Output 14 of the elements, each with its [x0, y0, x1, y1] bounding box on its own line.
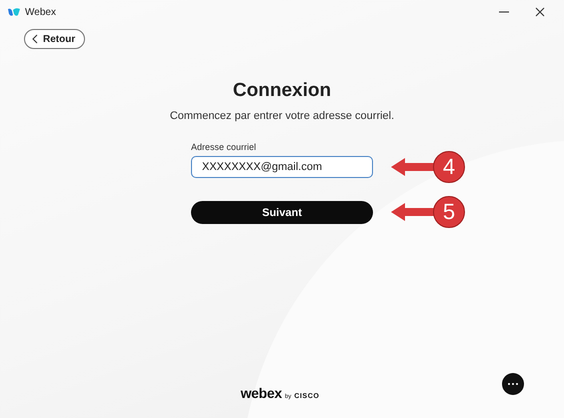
- close-icon: [535, 7, 545, 17]
- subtitle: Commencez par entrer votre adresse courriel.: [170, 110, 394, 122]
- app-logo-icon: [8, 8, 20, 16]
- page-heading: Connexion: [232, 80, 332, 102]
- window-title: Webex: [25, 6, 56, 18]
- arrow-icon: [391, 202, 435, 222]
- back-button[interactable]: Retour: [24, 29, 86, 49]
- arrow-icon: [391, 157, 435, 177]
- next-button[interactable]: Suivant: [191, 201, 373, 224]
- brand-name: webex: [240, 385, 282, 401]
- step-badge: 4: [433, 151, 465, 183]
- field-label: Adresse courriel: [191, 142, 258, 152]
- email-field[interactable]: XXXXXXXX@gmail.com: [191, 156, 373, 178]
- chevron-left-icon: [32, 34, 38, 44]
